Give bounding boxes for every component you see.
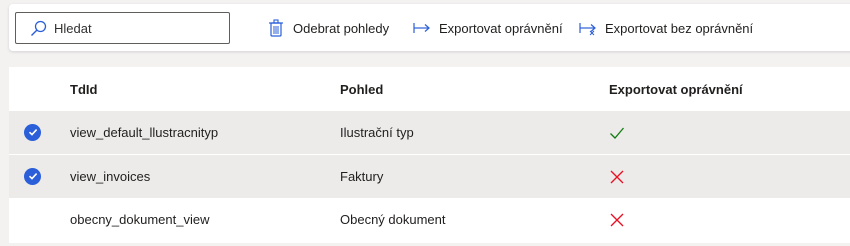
remove-views-label: Odebrat pohledy	[293, 20, 390, 36]
export-without-permissions-button[interactable]: Exportovat bez oprávnění	[579, 16, 753, 40]
trash-icon	[267, 19, 285, 37]
cell-view: Ilustrační typ	[340, 125, 414, 140]
row-select-checkbox[interactable]	[24, 123, 42, 142]
column-header-export-permissions[interactable]: Exportovat oprávnění	[609, 82, 743, 97]
cross-icon	[609, 212, 625, 228]
cell-view: Obecný dokument	[340, 212, 446, 227]
row-select-checkbox[interactable]	[24, 167, 42, 186]
search-icon	[30, 19, 48, 37]
remove-views-button[interactable]: Odebrat pohledy	[267, 16, 389, 40]
check-icon	[609, 125, 625, 141]
table-row[interactable]: obecny_dokument_view Obecný dokument	[9, 198, 850, 241]
search-box[interactable]	[15, 12, 230, 44]
table-row[interactable]: view_default_llustracnityp Ilustrační ty…	[9, 111, 850, 154]
column-header-view[interactable]: Pohled	[340, 82, 383, 97]
search-input[interactable]	[54, 20, 204, 36]
views-table: TdId Pohled Exportovat oprávnění view_de…	[9, 67, 850, 243]
table-header-row: TdId Pohled Exportovat oprávnění	[9, 67, 850, 111]
export-permissions-button[interactable]: Exportovat oprávnění	[413, 16, 563, 40]
export-without-arrow-icon	[579, 19, 597, 37]
cross-icon	[609, 169, 625, 185]
checkmark-circle-icon	[24, 167, 41, 185]
cell-tdid: obecny_dokument_view	[70, 212, 210, 227]
command-bar: Odebrat pohledy Exportovat oprávnění Exp…	[9, 4, 850, 51]
checkmark-circle-icon	[24, 123, 41, 141]
export-permissions-label: Exportovat oprávnění	[439, 20, 563, 36]
column-header-tdid[interactable]: TdId	[70, 82, 97, 97]
cell-tdid: view_invoices	[70, 169, 151, 184]
cell-tdid: view_default_llustracnityp	[70, 125, 219, 140]
table-row[interactable]: view_invoices Faktury	[9, 155, 850, 198]
export-arrow-icon	[413, 19, 431, 37]
cell-view: Faktury	[340, 169, 384, 184]
export-without-permissions-label: Exportovat bez oprávnění	[605, 20, 754, 36]
